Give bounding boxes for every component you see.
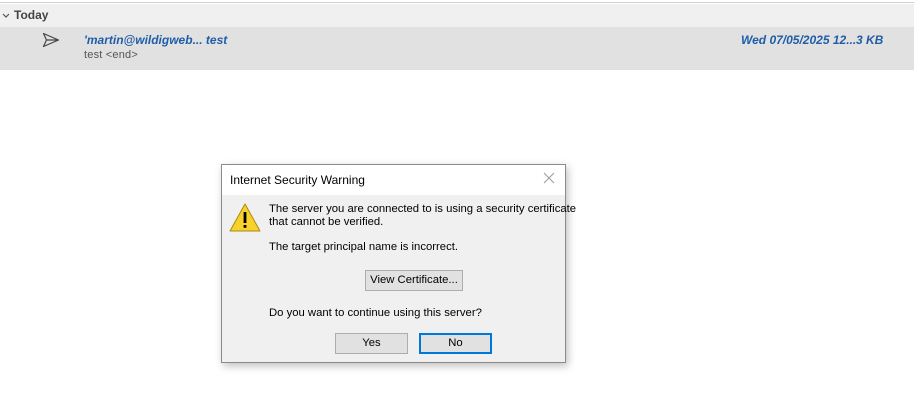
dialog-titlebar[interactable]: Internet Security Warning xyxy=(222,165,565,195)
mail-date: Wed 07/05/2025 12... xyxy=(741,33,857,47)
chevron-down-icon[interactable] xyxy=(1,9,11,21)
mail-size: 3 KB xyxy=(856,33,884,47)
warning-icon xyxy=(228,201,262,235)
mail-preview: test <end> xyxy=(84,49,138,61)
mail-sender: 'martin@wildigweb... test xyxy=(84,33,228,47)
yes-button[interactable]: Yes xyxy=(335,333,408,354)
group-header-today[interactable]: Today xyxy=(0,4,914,27)
group-label: Today xyxy=(14,8,49,22)
dialog-message-detail: The target principal name is incorrect. xyxy=(269,241,458,253)
no-button[interactable]: No xyxy=(419,333,492,354)
security-warning-dialog: Internet Security Warning The server you… xyxy=(221,164,576,363)
dialog-question: Do you want to continue using this serve… xyxy=(269,307,482,319)
view-certificate-button[interactable]: View Certificate... xyxy=(365,270,463,291)
dialog-title: Internet Security Warning xyxy=(230,173,365,187)
dialog-message-line1: The server you are connected to is using… xyxy=(269,203,577,215)
close-icon[interactable] xyxy=(542,171,556,185)
sent-icon xyxy=(42,32,60,48)
mail-row[interactable]: 'martin@wildigweb... test test <end> Wed… xyxy=(0,27,914,70)
top-border xyxy=(0,0,914,3)
dialog-message-line2: that cannot be verified. xyxy=(269,216,384,228)
